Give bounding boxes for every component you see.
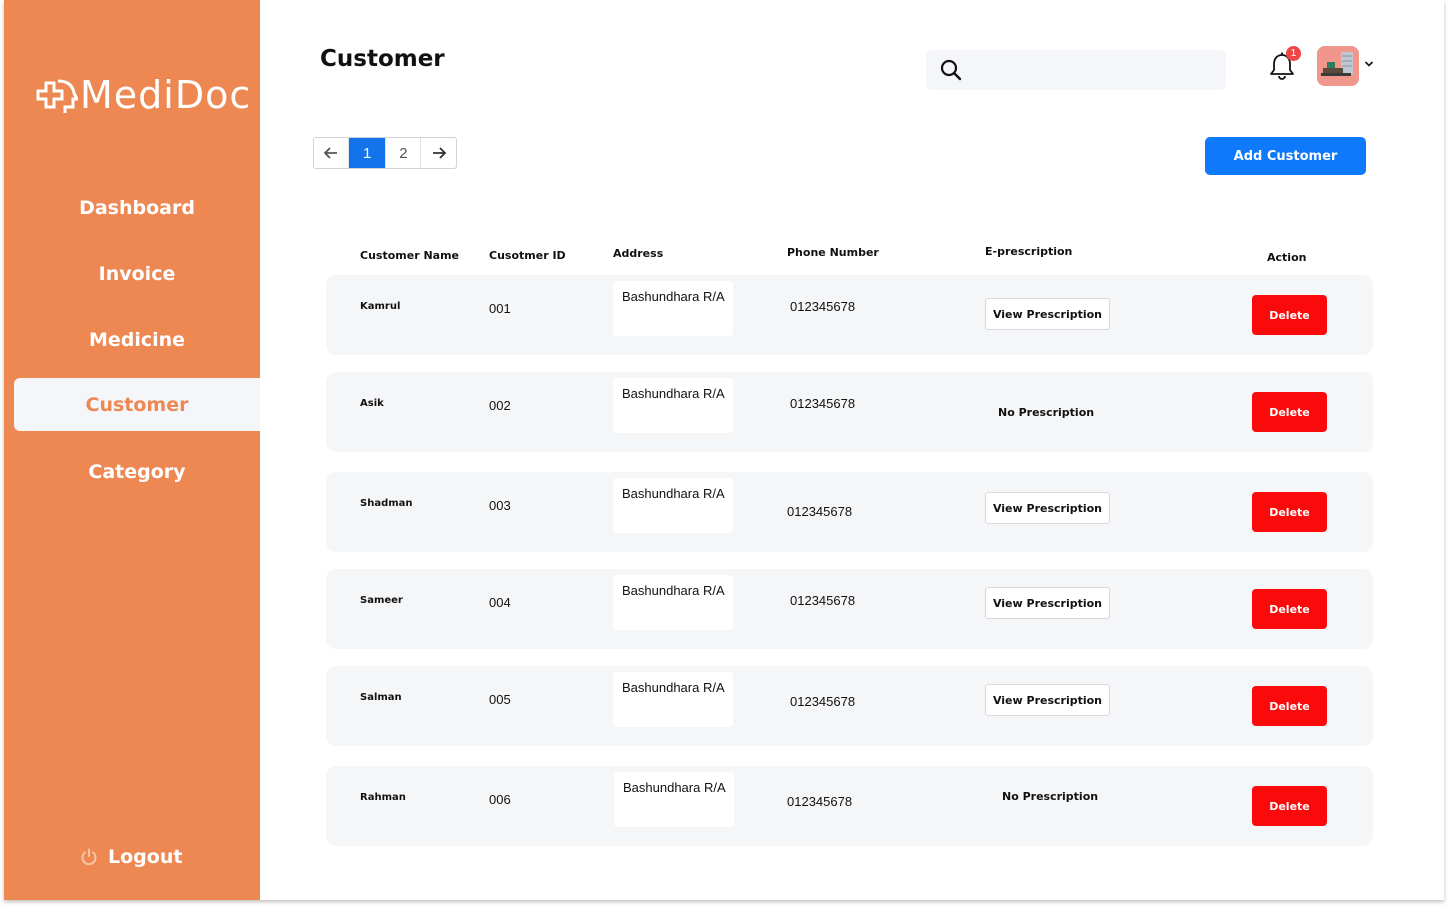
customer-id: 004 [489,595,511,610]
column-header-e-prescription: E-prescription [985,245,1073,258]
avatar-image-icon [1317,46,1359,86]
customer-name: Rahman [360,792,406,803]
delete-button[interactable]: Delete [1252,686,1327,726]
column-header-customer-id: Cusotmer ID [489,249,566,262]
arrow-right-icon [432,147,446,159]
logout-label: Logout [108,846,183,868]
delete-button[interactable]: Delete [1252,295,1327,335]
power-icon [81,848,97,866]
column-header-phone-number: Phone Number [787,246,879,259]
delete-button[interactable]: Delete [1252,589,1327,629]
brand-name: MediDoc [80,73,252,117]
customer-name: Kamrul [360,301,401,312]
no-prescription-label: No Prescription [1002,790,1099,803]
avatar[interactable] [1317,46,1359,86]
app-window: MediDoc Dashboard Invoice Medicine Custo… [4,0,1444,900]
customer-phone: 012345678 [787,794,853,809]
logout-button[interactable]: Logout [80,846,182,868]
customer-name: Shadman [360,498,413,509]
view-prescription-button[interactable]: View Prescription [985,492,1110,524]
table-row: Shadman 003 Bashundhara R/A 012345678 Vi… [326,472,1373,552]
column-header-customer-name: Customer Name [360,249,459,262]
sidebar-item-medicine[interactable]: Medicine [14,313,260,366]
table-row: Asik 002 Bashundhara R/A 012345678 No Pr… [326,372,1373,452]
customer-address: Bashundhara R/A [614,772,734,827]
delete-button[interactable]: Delete [1252,786,1327,826]
delete-button[interactable]: Delete [1252,492,1327,532]
table-row: Kamrul 001 Bashundhara R/A 012345678 Vie… [326,275,1373,355]
view-prescription-button[interactable]: View Prescription [985,298,1110,330]
medical-cross-icon [36,79,78,113]
delete-button[interactable]: Delete [1252,392,1327,432]
chevron-down-icon[interactable] [1364,60,1374,68]
customer-id: 002 [489,398,511,413]
table-row: Sameer 004 Bashundhara R/A 012345678 Vie… [326,569,1373,649]
search-icon[interactable] [940,59,962,81]
customer-address: Bashundhara R/A [613,575,733,630]
notification-badge: 1 [1286,46,1301,61]
customer-address: Bashundhara R/A [613,378,733,433]
pagination-prev-button[interactable] [314,138,349,168]
sidebar-item-dashboard[interactable]: Dashboard [14,181,260,234]
customer-name: Salman [360,692,402,703]
customer-name: Asik [360,398,384,409]
sidebar-item-category[interactable]: Category [14,445,260,498]
page-title: Customer [320,46,445,72]
customer-name: Sameer [360,595,403,606]
sidebar: MediDoc Dashboard Invoice Medicine Custo… [4,0,260,900]
table-row: Salman 005 Bashundhara R/A 012345678 Vie… [326,666,1373,746]
customer-address: Bashundhara R/A [613,672,733,727]
pagination-page-2[interactable]: 2 [386,138,422,168]
customer-address: Bashundhara R/A [613,281,733,336]
sidebar-item-customer[interactable]: Customer [14,378,260,431]
table-row: Rahman 006 Bashundhara R/A 012345678 No … [326,766,1373,846]
customer-address: Bashundhara R/A [613,478,733,533]
view-prescription-button[interactable]: View Prescription [985,587,1110,619]
sidebar-item-invoice[interactable]: Invoice [14,247,260,300]
customer-phone: 012345678 [790,396,856,411]
no-prescription-label: No Prescription [998,406,1095,419]
pagination-page-1[interactable]: 1 [348,138,387,168]
add-customer-button[interactable]: Add Customer [1205,137,1366,175]
customer-id: 006 [489,792,511,807]
customer-phone: 012345678 [790,299,856,314]
search-input[interactable] [970,50,1226,90]
arrow-left-icon [323,147,337,159]
pagination-next-button[interactable] [421,138,456,168]
customer-id: 005 [489,692,511,707]
customer-phone: 012345678 [790,694,856,709]
customer-phone: 012345678 [787,504,853,519]
column-header-address: Address [613,247,664,260]
search-bar [926,50,1226,90]
column-header-action: Action [1267,251,1307,264]
customer-phone: 012345678 [790,593,856,608]
customer-id: 003 [489,498,511,513]
view-prescription-button[interactable]: View Prescription [985,684,1110,716]
brand-logo[interactable]: MediDoc [32,70,251,120]
pagination: 1 2 [313,137,457,169]
customer-id: 001 [489,301,511,316]
